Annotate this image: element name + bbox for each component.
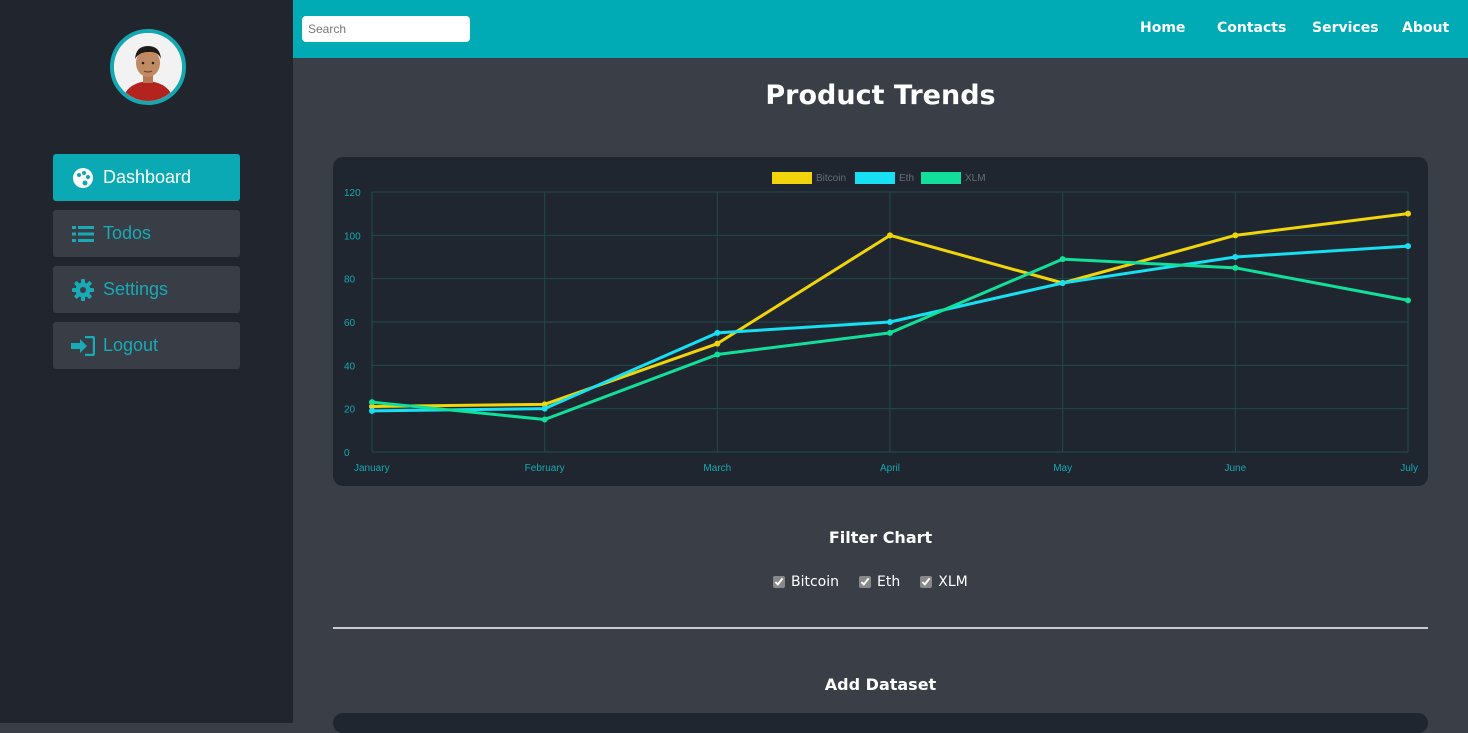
sidebar-item-label: Settings [103,279,169,299]
sign-in-icon [71,334,95,358]
sidebar-item-dashboard[interactable]: Dashboard [53,154,240,201]
nav-link-home[interactable]: Home [1140,20,1185,36]
filter-eth-checkbox[interactable] [859,576,872,588]
sidebar-item-settings[interactable]: Settings [53,266,240,313]
gear-icon [71,278,95,302]
filter-xlm-label: XLM [938,574,968,590]
y-tick-label: 120 [344,188,361,199]
data-point-xlm [369,399,375,406]
x-tick-label: July [1400,463,1418,474]
filter-xlm[interactable]: XLM [920,574,968,590]
filter-eth-label: Eth [877,574,901,590]
data-point-xlm [1232,264,1239,271]
data-point-bitcoin [1232,232,1239,239]
data-point-eth [369,407,375,414]
sidebar-item-logout[interactable]: Logout [53,322,240,369]
user-avatar-icon [114,33,182,101]
add-dataset-title: Add Dataset [824,675,937,694]
filter-xlm-checkbox[interactable] [920,576,933,588]
y-tick-label: 80 [344,275,356,286]
chart-card: 0 20 40 60 80 100 120 January February March April… [333,157,1428,486]
data-point-eth [1232,254,1239,260]
y-tick-label: 0 [344,448,350,459]
x-tick-label: January [354,463,390,474]
nav-link-services[interactable]: Services [1312,20,1379,36]
legend-swatch-eth [855,172,895,184]
data-point-bitcoin [887,232,893,239]
list-icon [71,222,95,246]
data-point-bitcoin [1405,210,1411,217]
filter-bitcoin[interactable]: Bitcoin [773,574,839,590]
legend-swatch-xlm [921,172,961,184]
filter-options: Bitcoin Eth XLM [773,574,988,590]
data-point-eth [887,319,893,325]
sidebar-item-label: Todos [103,223,152,243]
sidebar: Dashboard Todos Settings Logout [0,0,293,723]
filter-title: Filter Chart [828,528,933,547]
sidebar-item-todos[interactable]: Todos [53,210,240,257]
x-tick-label: April [880,463,900,474]
filter-eth[interactable]: Eth [859,574,900,590]
x-tick-label: June [1224,463,1246,474]
data-point-xlm [541,416,548,423]
data-point-xlm [1405,297,1411,304]
data-point-eth [714,329,721,336]
data-point-xlm [714,351,721,358]
divider [333,627,1428,629]
add-dataset-card [333,713,1428,733]
avatar [110,29,186,105]
data-point-eth [1059,280,1066,286]
filter-bitcoin-checkbox[interactable] [773,576,785,588]
filter-bitcoin-label: Bitcoin [791,574,840,590]
legend-label-eth: Eth [899,173,914,184]
top-navbar: Home Contacts Services About [293,0,1468,58]
nav-link-about[interactable]: About [1402,20,1449,36]
data-point-bitcoin [714,340,721,347]
y-tick-label: 20 [344,405,356,416]
y-tick-label: 60 [344,318,356,329]
data-point-eth [1405,243,1411,250]
legend-label-bitcoin: Bitcoin [816,173,846,184]
search-input[interactable] [302,16,470,42]
y-tick-label: 100 [344,231,361,242]
data-point-eth [541,405,548,412]
line-chart: 0 20 40 60 80 100 120 January February March April… [344,172,1418,474]
x-tick-label: February [525,463,565,474]
x-tick-label: March [703,463,731,474]
nav-link-contacts[interactable]: Contacts [1217,20,1286,36]
legend-label-xlm: XLM [965,173,986,184]
sidebar-item-label: Dashboard [103,167,192,187]
sidebar-item-label: Logout [103,335,159,355]
x-tick-label: May [1053,463,1072,474]
data-point-xlm [1059,256,1066,263]
y-tick-label: 40 [344,361,356,372]
legend-swatch-bitcoin [772,172,812,184]
data-point-xlm [887,329,893,336]
page-title: Product Trends [765,80,996,111]
palette-icon [71,166,95,190]
